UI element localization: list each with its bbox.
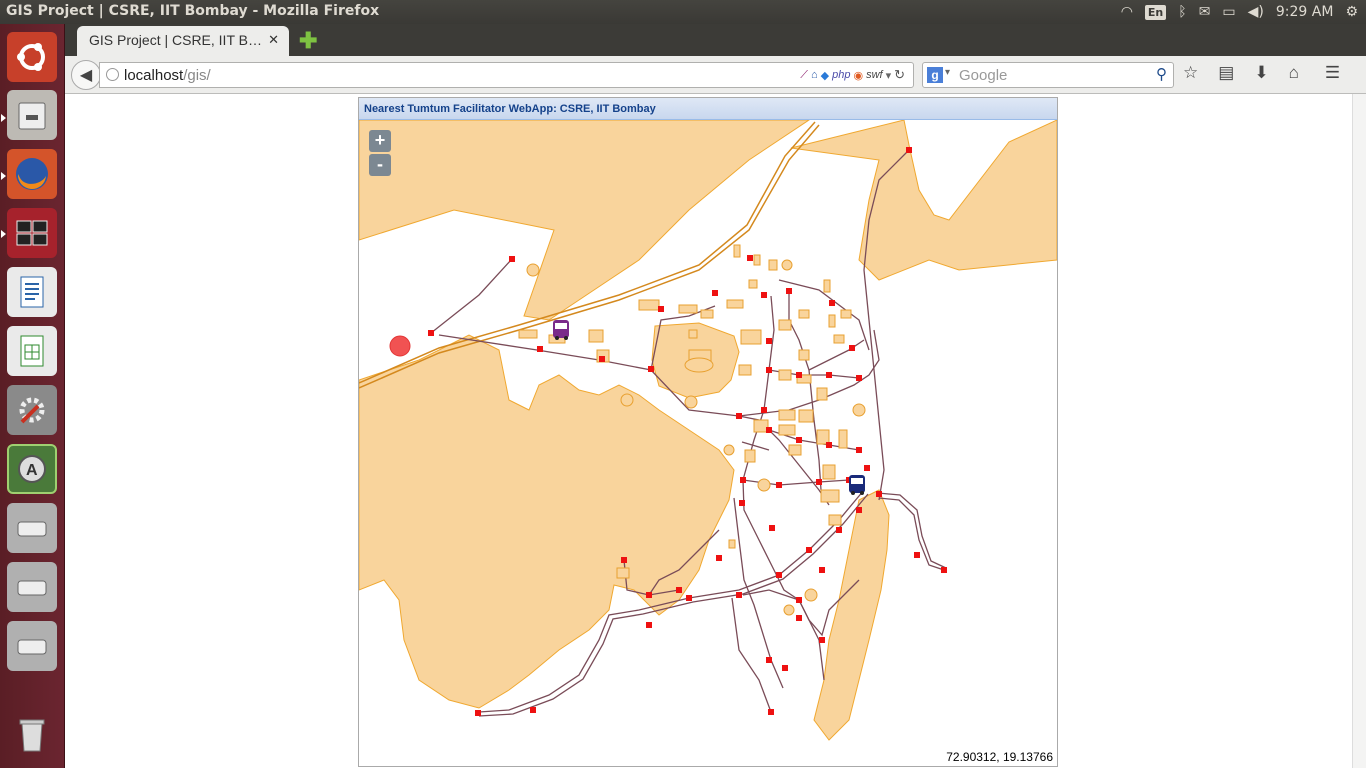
vertical-scrollbar[interactable] — [1352, 94, 1366, 768]
firefox-icon[interactable] — [7, 149, 57, 199]
tab-strip: GIS Project | CSRE, IIT B… ✕ ✚ — [65, 24, 1366, 56]
feather-icon[interactable]: ⟋ — [800, 69, 808, 82]
user-location-marker[interactable] — [389, 335, 411, 357]
tab-gis-project[interactable]: GIS Project | CSRE, IIT B… ✕ — [77, 26, 289, 56]
url-bar[interactable]: localhost/gis/ ⟋ ⌂ ◆ php ◉ swf ▾ ↻ — [99, 62, 914, 88]
back-arrow-icon: ◀ — [79, 67, 93, 84]
ubuntu-icon[interactable] — [7, 32, 57, 82]
zoom-in-button[interactable]: + — [369, 130, 391, 152]
svg-text:A: A — [26, 462, 38, 479]
calc-icon[interactable] — [7, 326, 57, 376]
search-icon[interactable]: ⚲ — [1156, 65, 1167, 83]
top-panel: GIS Project | CSRE, IIT Bombay - Mozilla… — [0, 0, 1366, 24]
workspace-icon[interactable] — [7, 208, 57, 258]
map-canvas[interactable] — [359, 120, 1057, 766]
engine-dropdown-icon[interactable]: ▾ — [945, 67, 950, 78]
bus-icon-east[interactable] — [849, 475, 865, 495]
swf-addon[interactable]: swf — [866, 69, 883, 81]
battery-icon[interactable]: ▭ — [1222, 4, 1235, 20]
bookmark-star-icon[interactable]: ☆ — [1183, 63, 1198, 83]
system-tray: ◠ En ᛒ ✉ ▭ ◀) 9:29 AM ⚙ — [1121, 0, 1358, 24]
mail-icon[interactable]: ✉ — [1199, 4, 1211, 20]
files-icon[interactable] — [7, 90, 57, 140]
settings-icon[interactable] — [7, 385, 57, 435]
zoom-out-button[interactable]: - — [369, 154, 391, 176]
addon-house-icon[interactable]: ⌂ — [811, 69, 818, 81]
wifi-icon[interactable]: ◠ — [1121, 4, 1133, 20]
drive-icon[interactable] — [7, 503, 57, 553]
land-region-northwest — [359, 120, 810, 321]
land-region-northeast — [790, 120, 1057, 281]
back-button[interactable]: ◀ — [71, 60, 101, 90]
map-viewport[interactable]: + - 72.90312, 19.13766 — [359, 120, 1057, 766]
drive-icon[interactable] — [7, 621, 57, 671]
keyboard-layout[interactable]: En — [1144, 4, 1167, 20]
bus-icon-west[interactable] — [553, 320, 569, 340]
reload-icon[interactable]: ↻ — [894, 67, 905, 83]
dropdown-icon[interactable]: ▾ — [886, 69, 892, 82]
land-region-southeast — [813, 489, 890, 741]
window-title: GIS Project | CSRE, IIT Bombay - Mozilla… — [6, 3, 380, 19]
clock[interactable]: 9:29 AM — [1276, 4, 1334, 20]
google-icon[interactable]: g — [927, 67, 943, 83]
reading-list-icon[interactable]: ▤ — [1218, 63, 1234, 83]
map-header: Nearest Tumtum Facilitator WebApp: CSRE,… — [359, 98, 1057, 120]
addon-cube-icon[interactable]: ◆ — [821, 69, 829, 82]
download-icon[interactable]: ⬇ — [1254, 63, 1268, 83]
launcher: A — [0, 24, 65, 768]
bluetooth-icon[interactable]: ᛒ — [1178, 4, 1186, 20]
page-content: Nearest Tumtum Facilitator WebApp: CSRE,… — [65, 94, 1352, 768]
php-addon[interactable]: php — [832, 69, 850, 81]
home-icon[interactable]: ⌂ — [1289, 63, 1299, 83]
drive-icon[interactable] — [7, 562, 57, 612]
writer-icon[interactable] — [7, 267, 57, 317]
search-input[interactable]: g ▾ Google ⚲ — [922, 62, 1174, 88]
close-icon[interactable]: ✕ — [268, 32, 279, 48]
new-tab-button[interactable]: ✚ — [299, 28, 317, 54]
search-placeholder: Google — [959, 67, 1008, 84]
volume-icon[interactable]: ◀) — [1248, 4, 1264, 20]
menu-icon[interactable]: ☰ — [1325, 63, 1340, 83]
tab-label: GIS Project | CSRE, IIT B… — [89, 32, 262, 48]
nav-bar: ◀ localhost/gis/ ⟋ ⌂ ◆ php ◉ swf ▾ ↻ g ▾… — [65, 56, 1366, 94]
url-path: /gis/ — [183, 67, 211, 84]
globe-icon — [106, 68, 119, 81]
url-host: localhost — [124, 67, 184, 84]
map-panel: Nearest Tumtum Facilitator WebApp: CSRE,… — [358, 97, 1058, 767]
software-center-icon[interactable]: A — [7, 444, 57, 494]
addon-icons: ⟋ ⌂ ◆ php ◉ swf ▾ ↻ — [800, 67, 905, 83]
mouse-coordinates: 72.90312, 19.13766 — [946, 750, 1053, 764]
ubuntu-addon-icon[interactable]: ◉ — [853, 69, 863, 82]
trash-icon[interactable] — [7, 710, 57, 760]
gear-icon[interactable]: ⚙ — [1345, 4, 1358, 20]
